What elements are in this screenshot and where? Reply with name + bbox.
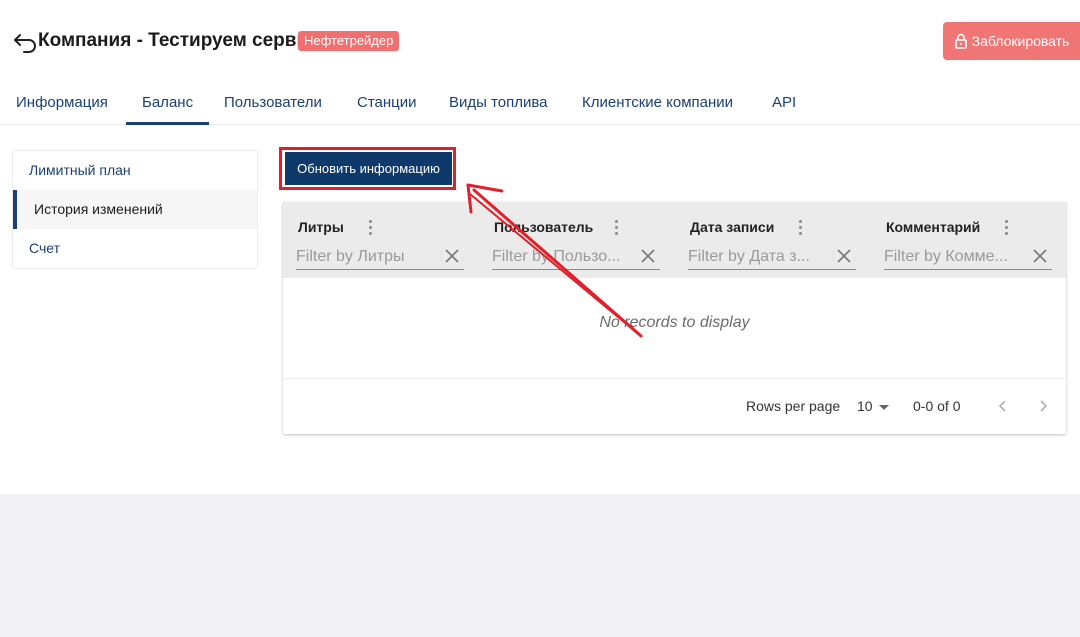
tab-info[interactable]: Информация <box>0 84 124 125</box>
column-title[interactable]: Литры <box>298 219 344 235</box>
tab-users[interactable]: Пользователи <box>208 84 338 125</box>
grid-header: Литры Пользователь Дата записи <box>283 202 1066 278</box>
column-liters: Литры <box>283 202 479 278</box>
rows-per-page-label: Rows per page <box>746 398 841 414</box>
column-title[interactable]: Комментарий <box>886 219 980 235</box>
tab-fuel-types[interactable]: Виды топлива <box>433 84 564 125</box>
tab-api[interactable]: API <box>756 84 812 125</box>
side-item-invoice[interactable]: Счет <box>13 229 257 268</box>
filter-field <box>884 244 1052 270</box>
column-menu-icon[interactable] <box>613 220 619 238</box>
rows-per-page-select[interactable]: 10 <box>857 398 889 414</box>
rows-per-page-value: 10 <box>857 398 873 414</box>
page-title: Компания - Тестируем сервис <box>38 30 319 51</box>
clear-icon[interactable] <box>836 248 852 264</box>
side-item-limit-plan[interactable]: Лимитный план <box>13 151 257 190</box>
tab-balance[interactable]: Баланс <box>126 84 210 125</box>
chevron-left-icon[interactable] <box>994 397 1012 415</box>
filter-input[interactable] <box>296 244 438 269</box>
filter-field <box>296 244 464 270</box>
column-user: Пользователь <box>479 202 675 278</box>
filter-field <box>492 244 660 270</box>
sort-caret-icon <box>878 404 889 410</box>
data-grid: Литры Пользователь Дата записи <box>283 202 1066 434</box>
company-type-badge: Нефтетрейдер <box>298 31 400 51</box>
empty-message: No records to display <box>599 314 750 331</box>
block-button[interactable]: Заблокировать <box>943 22 1080 60</box>
lock-icon <box>954 33 967 49</box>
clear-icon[interactable] <box>1032 248 1048 264</box>
column-menu-icon[interactable] <box>367 220 373 238</box>
tab-bar: Информация Баланс Пользователи Станции В… <box>0 84 1080 125</box>
refresh-button[interactable]: Обновить информацию <box>285 152 452 185</box>
filter-input[interactable] <box>492 244 634 269</box>
block-button-label: Заблокировать <box>971 33 1070 49</box>
chevron-right-icon[interactable] <box>1034 397 1052 415</box>
tab-client-companies[interactable]: Клиентские компании <box>566 84 749 125</box>
clear-icon[interactable] <box>444 248 460 264</box>
column-comment: Комментарий <box>871 202 1067 278</box>
filter-field <box>688 244 856 270</box>
back-arrow-icon[interactable] <box>12 29 38 53</box>
pagination-range: 0-0 of 0 <box>913 398 961 414</box>
filter-input[interactable] <box>884 244 1026 269</box>
grid-footer: Rows per page 10 0-0 of 0 <box>283 378 1066 434</box>
column-title[interactable]: Дата записи <box>690 219 774 235</box>
column-date: Дата записи <box>675 202 871 278</box>
tab-stations[interactable]: Станции <box>341 84 433 125</box>
column-menu-icon[interactable] <box>797 220 803 238</box>
filter-input[interactable] <box>688 244 830 269</box>
column-menu-icon[interactable] <box>1003 220 1009 238</box>
side-menu: Лимитный план История изменений Счет <box>12 150 258 269</box>
clear-icon[interactable] <box>640 248 656 264</box>
column-title[interactable]: Пользователь <box>494 219 593 235</box>
page-panel: Компания - Тестируем сервис Нефтетрейдер… <box>0 0 1080 494</box>
side-item-change-history[interactable]: История изменений <box>13 190 257 229</box>
